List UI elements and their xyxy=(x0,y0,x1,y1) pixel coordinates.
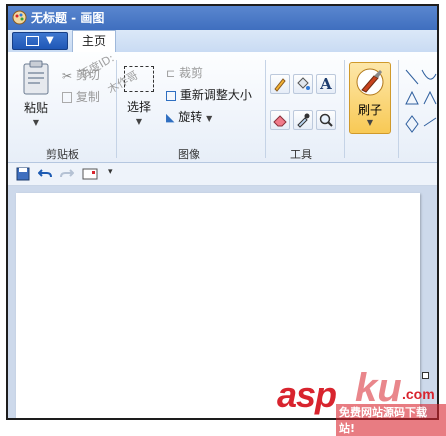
window-title: 无标题 - 画图 xyxy=(31,11,105,25)
paint-app-icon[interactable] xyxy=(12,10,27,25)
chevron-down-icon: ▼ xyxy=(46,35,54,46)
scissors-icon: ✂ xyxy=(62,68,73,83)
rotate-icon: ◣ xyxy=(166,110,175,124)
ribbon-panel: 粘贴 ▼ ✂ 剪切 复制 剪贴板 选择 ▼ ⊏ 裁剪 重新调整大小 ◣ 旋转 ▼… xyxy=(8,51,438,163)
pencil-tool[interactable] xyxy=(270,74,290,94)
text-tool[interactable]: A xyxy=(316,74,336,94)
rotate-button[interactable]: ◣ 旋转 ▼ xyxy=(166,108,212,126)
paste-button[interactable]: 粘贴 ▼ xyxy=(16,60,56,127)
paint-window: 无标题 - 画图 ▼ 主页 粘贴 ▼ ✂ 剪切 复制 剪贴板 选择 ▼ ⊏ 裁剪… xyxy=(6,4,439,420)
shapes-gallery[interactable] xyxy=(402,66,438,136)
pencil-icon xyxy=(274,78,286,92)
tools-group-label: 工具 xyxy=(290,148,312,161)
crop-icon: ⊏ xyxy=(166,66,176,80)
triangle-shape-icon xyxy=(405,90,419,105)
resize-label: 重新调整大小 xyxy=(179,88,252,102)
chevron-down-icon: ▼ xyxy=(206,114,213,123)
canvas-resize-handle[interactable] xyxy=(422,372,429,379)
save-icon[interactable] xyxy=(16,167,30,181)
eyedropper-icon xyxy=(297,113,310,128)
eraser-tool[interactable] xyxy=(270,110,290,130)
group-divider xyxy=(398,60,399,158)
resize-icon xyxy=(166,90,176,101)
hexagon-shape-icon xyxy=(405,115,419,133)
group-divider xyxy=(265,60,266,158)
rotate-label: 旋转 xyxy=(178,110,203,124)
paint-menu-button[interactable]: ▼ xyxy=(12,32,68,50)
chevron-down-icon: ▼ xyxy=(135,117,143,126)
clipboard-icon xyxy=(23,60,49,95)
quick-access-toolbar: ▾ xyxy=(8,163,437,186)
brush-icon xyxy=(356,68,384,96)
line-shape-icon xyxy=(405,69,419,85)
curve-shape-icon xyxy=(421,69,437,80)
group-divider xyxy=(344,60,345,158)
paint-bucket-icon xyxy=(297,77,310,90)
watermark-com: .com xyxy=(402,386,435,402)
eraser-icon xyxy=(273,115,287,127)
magnifier-icon xyxy=(319,113,333,127)
crop-label: 裁剪 xyxy=(179,66,204,80)
email-icon[interactable] xyxy=(82,167,98,181)
menu-icon xyxy=(26,36,39,46)
polygon-shape-icon xyxy=(423,90,437,105)
brush-button[interactable]: 刷子 ▼ xyxy=(349,62,391,134)
chevron-down-icon: ▼ xyxy=(32,118,40,127)
customize-qat-icon[interactable]: ▾ xyxy=(108,167,113,177)
redo-icon[interactable] xyxy=(60,167,74,181)
undo-icon[interactable] xyxy=(38,167,52,181)
ribbon-tab-bar: ▼ 主页 xyxy=(8,30,437,53)
fill-tool[interactable] xyxy=(293,74,313,94)
watermark-subtitle: 免费网站源码下载站! xyxy=(336,404,446,436)
title-bar[interactable]: 无标题 - 画图 xyxy=(8,6,437,30)
select-label: 选择 xyxy=(126,100,151,114)
copy-icon xyxy=(62,92,72,103)
text-icon: A xyxy=(320,75,332,93)
paste-label: 粘贴 xyxy=(23,101,48,115)
magnifier-tool[interactable] xyxy=(316,110,336,130)
crop-button[interactable]: ⊏ 裁剪 xyxy=(166,64,203,82)
watermark-asp: asp xyxy=(277,374,337,415)
arrow-shape-icon xyxy=(423,117,437,127)
copy-label: 复制 xyxy=(75,90,100,104)
resize-button[interactable]: 重新调整大小 xyxy=(166,86,252,104)
brush-label: 刷子 xyxy=(357,103,382,117)
copy-button[interactable]: 复制 xyxy=(62,88,100,106)
image-group-label: 图像 xyxy=(178,148,200,161)
clipboard-group-label: 剪贴板 xyxy=(46,148,79,161)
chevron-down-icon: ▼ xyxy=(366,118,374,127)
color-picker-tool[interactable] xyxy=(293,110,313,130)
